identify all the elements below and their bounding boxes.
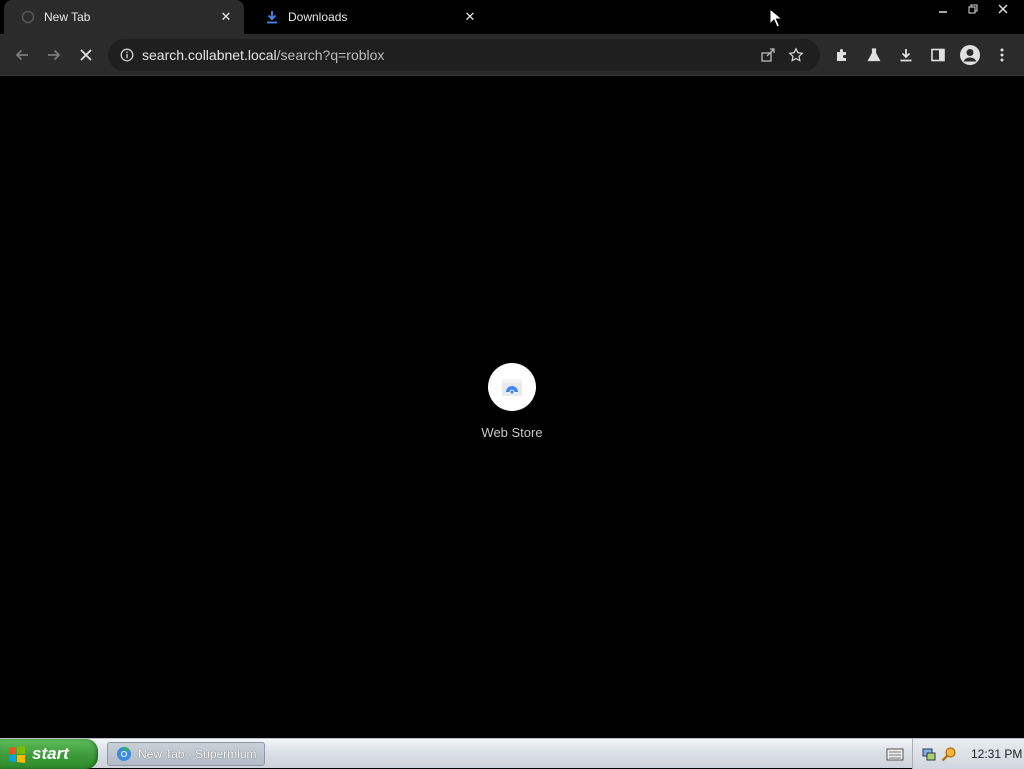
tab-strip: New Tab ✕ Downloads ✕	[0, 0, 1024, 34]
tab-title: New Tab	[44, 10, 91, 24]
keyboard-language-icon[interactable]	[886, 746, 904, 762]
page-content: Web Store	[0, 77, 1024, 738]
share-icon[interactable]	[754, 41, 782, 69]
tab-title: Downloads	[288, 10, 348, 24]
window-controls	[928, 0, 1018, 18]
forward-icon[interactable]	[38, 39, 70, 71]
taskbar-item-label: New Tab - Supermium	[138, 747, 257, 761]
windows-flag-icon	[9, 746, 25, 763]
web-store-shortcut[interactable]: Web Store	[472, 363, 552, 440]
web-store-icon	[488, 363, 536, 411]
menu-kebab-icon[interactable]	[986, 39, 1018, 71]
network-icon[interactable]	[921, 746, 937, 762]
back-icon[interactable]	[6, 39, 38, 71]
tab-downloads[interactable]: Downloads ✕	[248, 0, 488, 34]
labs-flask-icon[interactable]	[858, 39, 890, 71]
tab-close-icon[interactable]: ✕	[462, 9, 478, 25]
taskbar-item-supermium[interactable]: New Tab - Supermium	[107, 742, 265, 766]
close-window-icon[interactable]	[988, 0, 1018, 18]
taskbar: start New Tab - Supermium 12:31 PM	[0, 738, 1024, 769]
shortcut-label: Web Store	[481, 425, 543, 440]
downloads-icon[interactable]	[890, 39, 922, 71]
clock: 12:31 PM	[971, 747, 1023, 761]
mouse-cursor-icon	[769, 7, 784, 33]
loading-spinner-icon	[20, 9, 36, 25]
search-magnifier-icon[interactable]	[941, 746, 957, 762]
minimize-icon[interactable]	[928, 0, 958, 18]
browser-toolbar: search.collabnet.local/search?q=roblox	[0, 34, 1024, 76]
tab-close-icon[interactable]: ✕	[218, 9, 234, 25]
url-text[interactable]: search.collabnet.local/search?q=roblox	[142, 47, 754, 63]
restore-icon[interactable]	[958, 0, 988, 18]
supermium-app-icon	[117, 746, 131, 761]
bookmark-star-icon[interactable]	[782, 41, 810, 69]
address-bar[interactable]: search.collabnet.local/search?q=roblox	[108, 39, 820, 71]
start-button[interactable]: start	[0, 739, 98, 769]
start-label: start	[32, 744, 69, 763]
download-icon	[264, 9, 280, 25]
url-path: /search?q=roblox	[276, 47, 385, 63]
site-info-icon[interactable]	[118, 46, 136, 64]
stop-loading-icon[interactable]	[70, 39, 102, 71]
url-host: search.collabnet.local	[142, 47, 277, 63]
system-tray: 12:31 PM	[912, 739, 1024, 769]
side-panel-icon[interactable]	[922, 39, 954, 71]
profile-avatar-icon[interactable]	[954, 39, 986, 71]
browser-window: New Tab ✕ Downloads ✕ search.collabnet.l…	[0, 0, 1024, 738]
extensions-icon[interactable]	[826, 39, 858, 71]
tab-new-tab[interactable]: New Tab ✕	[4, 0, 244, 34]
